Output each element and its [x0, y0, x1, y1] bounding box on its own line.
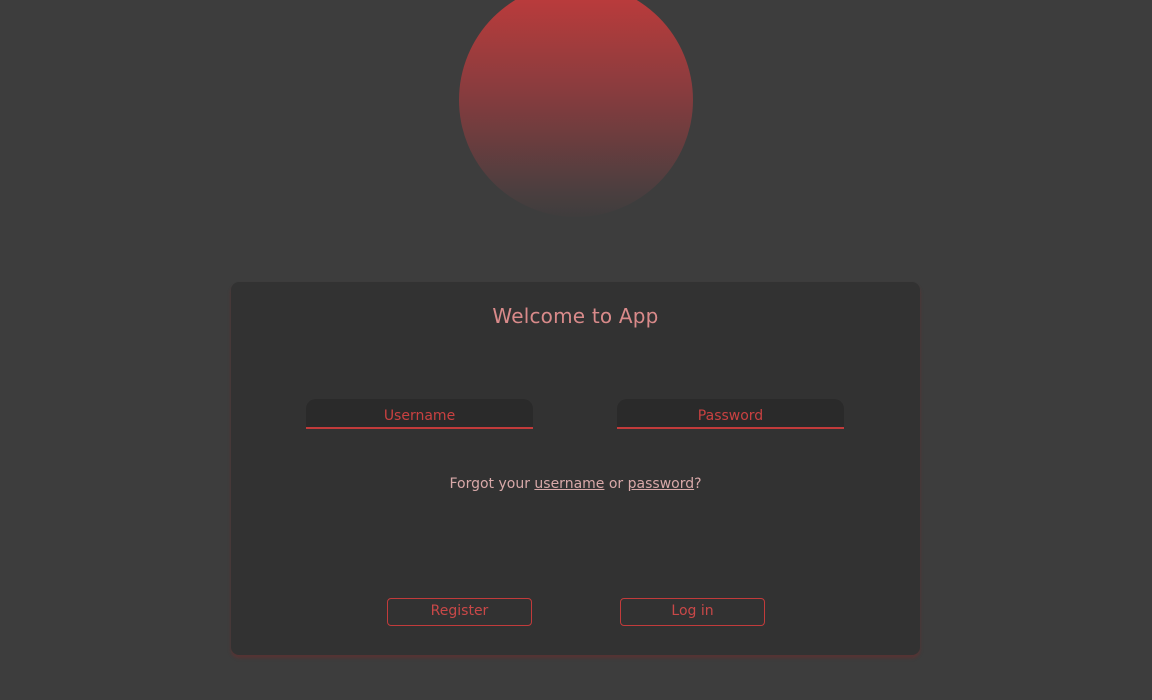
- forgot-suffix-text: ?: [694, 476, 702, 492]
- register-button[interactable]: Register: [387, 598, 532, 626]
- page-title: Welcome to App: [492, 304, 659, 328]
- username-input[interactable]: [306, 399, 533, 429]
- forgot-password-link[interactable]: password: [628, 476, 694, 492]
- login-button[interactable]: Log in: [620, 598, 765, 626]
- forgot-prefix-text: Forgot your: [449, 476, 535, 492]
- login-card: Welcome to App Forgot your username or p…: [231, 282, 920, 655]
- forgot-username-link[interactable]: username: [534, 476, 604, 492]
- forgot-or-text: or: [604, 476, 628, 492]
- app-logo-circle: [459, 0, 693, 217]
- password-input[interactable]: [617, 399, 844, 429]
- forgot-credentials-text: Forgot your username or password?: [231, 476, 920, 492]
